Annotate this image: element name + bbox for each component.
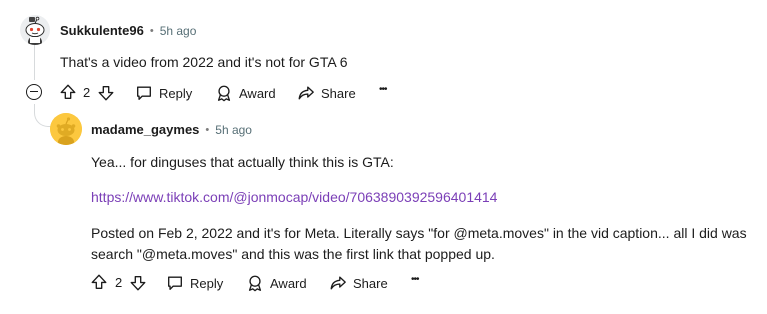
share-arrow-icon <box>330 276 346 290</box>
comment-header: madame_gaymes • 5h ago <box>91 122 252 137</box>
snoo-avatar-icon <box>50 113 82 145</box>
award-icon <box>248 275 262 292</box>
reply-button[interactable]: Reply <box>166 274 223 292</box>
username[interactable]: Sukkulente96 <box>60 23 144 38</box>
timestamp[interactable]: 5h ago <box>160 24 197 38</box>
award-button[interactable]: Award <box>246 274 307 292</box>
downvote-arrow-icon <box>130 276 146 291</box>
reply-label: Reply <box>159 85 193 101</box>
upvote-button[interactable] <box>59 83 77 101</box>
share-label: Share <box>321 85 356 101</box>
snoo-avatar-icon <box>20 15 50 45</box>
avatar[interactable] <box>50 113 82 145</box>
comment-body-line: search "@meta.moves" and this was the fi… <box>91 246 495 262</box>
downvote-button[interactable] <box>97 84 115 102</box>
timestamp[interactable]: 5h ago <box>215 123 252 137</box>
thread-line <box>34 44 35 80</box>
award-icon <box>217 85 231 102</box>
upvote-button[interactable] <box>90 273 108 291</box>
tiktok-link[interactable]: https://www.tiktok.com/@jonmocap/video/7… <box>91 187 497 208</box>
upvote-arrow-icon <box>60 84 76 99</box>
vote-count: 2 <box>115 275 123 290</box>
username[interactable]: madame_gaymes <box>91 122 199 137</box>
share-label: Share <box>353 275 388 291</box>
comment-bubble-icon <box>137 86 151 100</box>
downvote-button[interactable] <box>129 274 147 292</box>
more-dots-icon: ••• <box>411 274 419 285</box>
more-options-button[interactable]: ••• <box>379 84 387 95</box>
collapse-thread-button[interactable] <box>26 84 42 100</box>
reply-button[interactable]: Reply <box>135 84 192 102</box>
award-label: Award <box>270 275 307 291</box>
award-button[interactable]: Award <box>215 84 276 102</box>
thread-connector <box>34 104 51 127</box>
share-button[interactable]: Share <box>297 84 356 102</box>
reply-label: Reply <box>190 275 224 291</box>
comment-header: Sukkulente96 • 5h ago <box>60 23 196 38</box>
comment-body-line: Yea... for dinguses that actually think … <box>91 154 394 170</box>
comment-body: That's a video from 2022 and it's not fo… <box>60 54 348 70</box>
downvote-arrow-icon <box>98 86 114 101</box>
share-arrow-icon <box>298 86 314 100</box>
more-options-button[interactable]: ••• <box>411 274 419 285</box>
separator: • <box>205 123 210 136</box>
upvote-arrow-icon <box>91 274 107 289</box>
comment-body-line: Posted on Feb 2, 2022 and it's for Meta.… <box>91 225 747 241</box>
share-button[interactable]: Share <box>329 274 388 292</box>
vote-count: 2 <box>83 85 91 100</box>
award-label: Award <box>239 85 276 101</box>
more-dots-icon: ••• <box>379 84 387 95</box>
avatar[interactable] <box>20 15 50 45</box>
comment-bubble-icon <box>168 276 182 290</box>
separator: • <box>149 24 154 37</box>
